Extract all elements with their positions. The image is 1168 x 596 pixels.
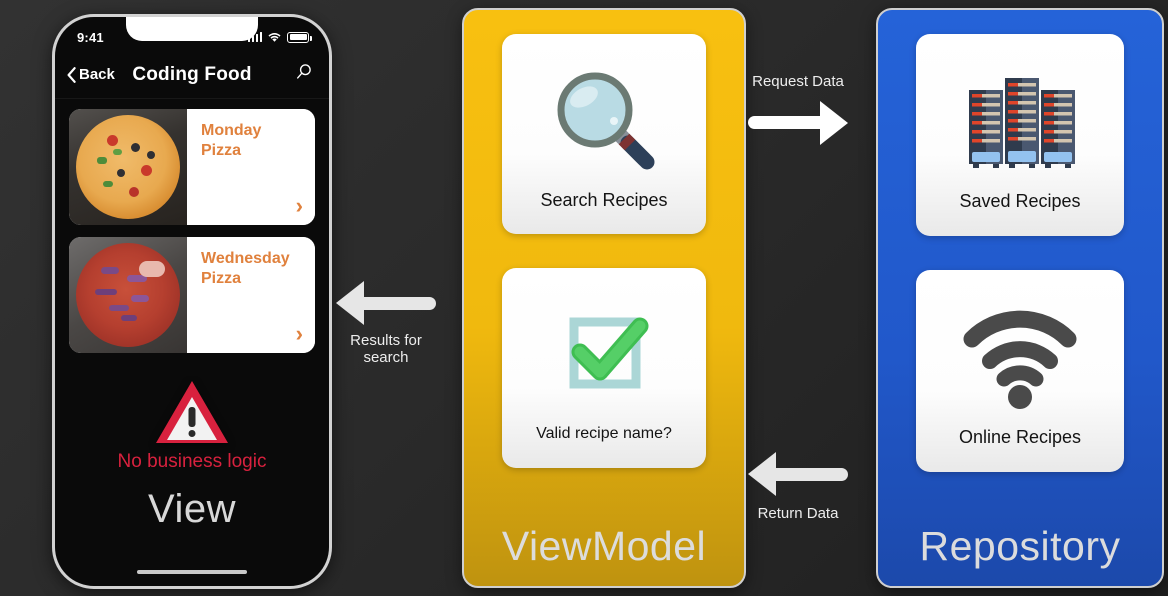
status-time: 9:41 (77, 29, 104, 45)
status-icons (247, 31, 312, 43)
warning-block: No business logic (55, 365, 329, 473)
tile-online-recipes[interactable]: Online Recipes (916, 270, 1124, 472)
exclamation-mark (188, 407, 196, 437)
tile-search-recipes[interactable]: Search Recipes (502, 34, 706, 234)
recipe-name: Wednesday Pizza (201, 250, 290, 287)
tile-label: Online Recipes (958, 426, 1082, 447)
tile-label: Saved Recipes (959, 190, 1081, 211)
phone-notch (126, 17, 258, 41)
arrow-left-icon (336, 281, 436, 325)
viewmodel-panel-title: ViewModel (501, 523, 707, 569)
pizza-onion-image (69, 237, 187, 353)
viewmodel-panel: Search Recipes Valid recipe name? ViewMo… (462, 8, 746, 588)
warning-triangle-icon (156, 381, 228, 443)
tile-label: Search Recipes (540, 189, 668, 210)
search-icon (297, 64, 311, 79)
tile-saved-recipes[interactable]: Saved Recipes (916, 34, 1124, 236)
back-button[interactable]: Back (67, 66, 115, 83)
pizza-veggie-image (69, 109, 187, 225)
wifi-icon (268, 32, 281, 42)
tile-valid-recipe-name[interactable]: Valid recipe name? (502, 268, 706, 468)
connector-request-data: Request Data (748, 73, 848, 145)
magnifying-glass-icon (502, 58, 706, 184)
wifi-icon (916, 295, 1124, 421)
battery-icon (287, 31, 312, 43)
view-phone-panel: 9:41 Back Coding Food Monday Pizza › Wed… (52, 14, 332, 589)
tile-label: Valid recipe name? (536, 425, 672, 442)
green-check-icon (502, 293, 706, 419)
recipe-thumbnail (69, 109, 187, 225)
connector-label-line1: Results for (350, 332, 422, 349)
recipe-name: Monday Pizza (201, 122, 262, 159)
recipe-list: Monday Pizza › Wednesday Pizza › (55, 99, 329, 353)
nav-bar: Back Coding Food (55, 51, 329, 99)
chevron-right-icon[interactable]: › (296, 195, 303, 217)
repository-panel-title: Repository (919, 523, 1121, 569)
recipe-thumbnail (69, 237, 187, 353)
warning-text: No business logic (117, 451, 267, 472)
chevron-left-icon (67, 66, 76, 83)
server-rack-icon (916, 59, 1124, 185)
repository-panel: Saved Recipes Online Recipes Repository (876, 8, 1164, 588)
chevron-right-icon[interactable]: › (296, 323, 303, 345)
connector-return-data: Return Data (748, 452, 848, 523)
home-indicator (137, 570, 247, 574)
connector-label: Results for search (350, 332, 422, 367)
connector-label: Return Data (757, 505, 839, 522)
connector-results-for-search: Results for search (336, 281, 436, 367)
recipe-card-body: Monday Pizza › (187, 109, 315, 225)
recipe-card[interactable]: Wednesday Pizza › (69, 237, 315, 353)
recipe-card[interactable]: Monday Pizza › (69, 109, 315, 225)
back-label: Back (79, 66, 115, 83)
view-panel-title: View (148, 487, 236, 531)
arrow-left-icon (748, 452, 848, 496)
diagram-canvas: 9:41 Back Coding Food Monday Pizza › Wed… (0, 0, 1168, 596)
recipe-card-body: Wednesday Pizza › (187, 237, 315, 353)
search-button[interactable] (295, 63, 313, 86)
connector-label: Request Data (752, 73, 844, 90)
connector-label-line2: search (363, 348, 409, 366)
arrow-right-icon (748, 100, 848, 145)
